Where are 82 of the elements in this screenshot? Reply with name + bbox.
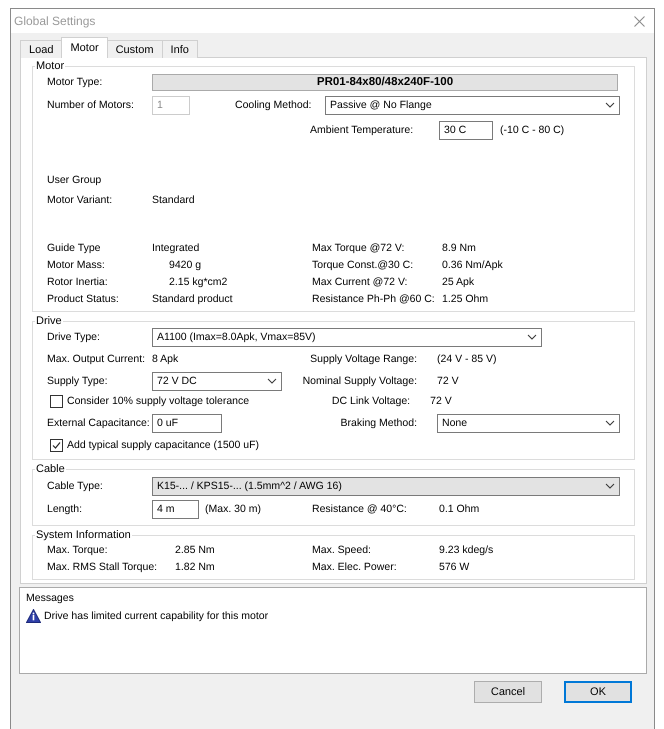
capacitance-input[interactable]: 0 uF (152, 414, 222, 432)
chevron-down-icon (267, 378, 277, 384)
checkbox[interactable] (50, 394, 63, 408)
cable-type-dropdown[interactable]: K15-... / KPS15-... (1.5mm^2 / AWG 16) (152, 476, 620, 496)
field-label: External Capacitance: (47, 417, 151, 429)
supply-type-dropdown[interactable]: 72 V DC (152, 372, 282, 390)
field-value: 576 W (439, 560, 470, 572)
window-title: Global Settings (14, 14, 96, 28)
field-value: 2.85 Nm (175, 544, 216, 556)
tab[interactable]: Motor (61, 37, 108, 58)
field-label: Max. Elec. Power: (312, 560, 398, 572)
field-value: 8.9 Nm (442, 242, 476, 254)
drive-type-dropdown[interactable]: A1100 (Imax=8.0Apk, Vmax=85V) (152, 328, 542, 346)
field-value: (24 V - 85 V) (437, 353, 497, 365)
info-icon (26, 609, 41, 623)
field-label: Max. Speed: (312, 544, 372, 556)
close-icon (634, 16, 644, 26)
field-value: 0.36 Nm/Apk (442, 258, 503, 270)
field-label: Max Torque @72 V: (312, 242, 406, 254)
messages-title: Messages (26, 592, 75, 604)
field-value: 9.23 kdeg/s (439, 544, 494, 556)
checkbox-label: Add typical supply capacitance (1500 uF) (67, 439, 260, 451)
field-label: Motor Mass: (47, 258, 106, 270)
chevron-down-icon (605, 483, 615, 489)
field-label: Resistance Ph-Ph @60 C: (312, 292, 436, 304)
field-label: Max. RMS Stall Torque: (47, 560, 158, 572)
dialog-button[interactable]: OK (564, 681, 632, 703)
field-value: 2.15 kg*cm2 (168, 276, 228, 288)
field-label: Supply Voltage Range: (309, 353, 418, 365)
field-label: Max Current @72 V: (312, 276, 408, 288)
field-label: Rotor Inertia: (47, 276, 109, 288)
group-title: Motor (35, 60, 66, 72)
field-value: Integrated (152, 242, 200, 254)
braking-method-dropdown[interactable]: None (437, 414, 620, 432)
group-title: Cable (35, 463, 66, 475)
field-label: Max. Output Current: (47, 353, 146, 365)
field-label: Cooling Method: (235, 99, 312, 111)
message-text: Drive has limited current capability for this motor (44, 610, 268, 622)
group-title: System Information (35, 529, 132, 541)
field-label: Cable Type: (47, 480, 104, 492)
checkbox-label: Consider 10% supply voltage tolerance (67, 395, 250, 407)
length-input[interactable]: 4 m (152, 500, 199, 518)
field-value: (Max. 30 m) (205, 503, 262, 515)
chevron-down-icon (605, 102, 615, 108)
cooling-method-dropdown[interactable]: Passive @ No Flange (325, 96, 620, 114)
field-label: Drive Type: (47, 331, 101, 343)
motor-type-field: PR01-84x80/48x240F-100 (152, 74, 618, 90)
field-label: Ambient Temperature: (310, 124, 414, 136)
field-value: 1.82 Nm (175, 560, 216, 572)
field-label: Supply Type: (47, 375, 109, 387)
field-label: Max. Torque: (47, 544, 109, 556)
temperature-input[interactable]: 30 C (439, 120, 493, 140)
chevron-down-icon (605, 420, 615, 426)
dialog-button[interactable]: Cancel (474, 681, 542, 703)
group-title: Drive (35, 315, 63, 327)
field-value: 1.25 Ohm (442, 292, 488, 304)
field-label: Guide Type (47, 242, 102, 254)
tab[interactable]: Custom (106, 40, 163, 58)
field-value: 25 Apk (442, 276, 474, 288)
field-value: 72 V (437, 375, 459, 387)
field-label: Resistance @ 40°C: (312, 503, 408, 515)
field-label: User Group (47, 174, 102, 186)
field-value: 9420 g (168, 258, 202, 270)
chevron-down-icon (527, 334, 537, 340)
field-label: Torque Const.@30 C: (312, 258, 414, 270)
checkbox[interactable] (50, 438, 63, 452)
field-value: Standard product (152, 292, 234, 304)
field-label: Braking Method: (340, 417, 418, 429)
field-label: Motor Type: (47, 76, 104, 88)
field-label: Motor Variant: (47, 194, 114, 206)
field-value: (-10 C - 80 C) (500, 124, 564, 136)
field-value: 0.1 Ohm (439, 503, 480, 515)
field-label: DC Link Voltage: (330, 395, 412, 407)
field-value: 72 V (430, 395, 452, 407)
tab[interactable]: Info (162, 40, 198, 58)
field-label: Number of Motors: (47, 99, 135, 111)
field-value: Standard (152, 194, 195, 206)
field-label: Length: (47, 503, 84, 515)
tab[interactable]: Load (20, 40, 62, 58)
field-label: Product Status: (47, 292, 120, 304)
field-label: Nominal Supply Voltage: (302, 375, 418, 387)
field-value: 8 Apk (152, 353, 180, 365)
